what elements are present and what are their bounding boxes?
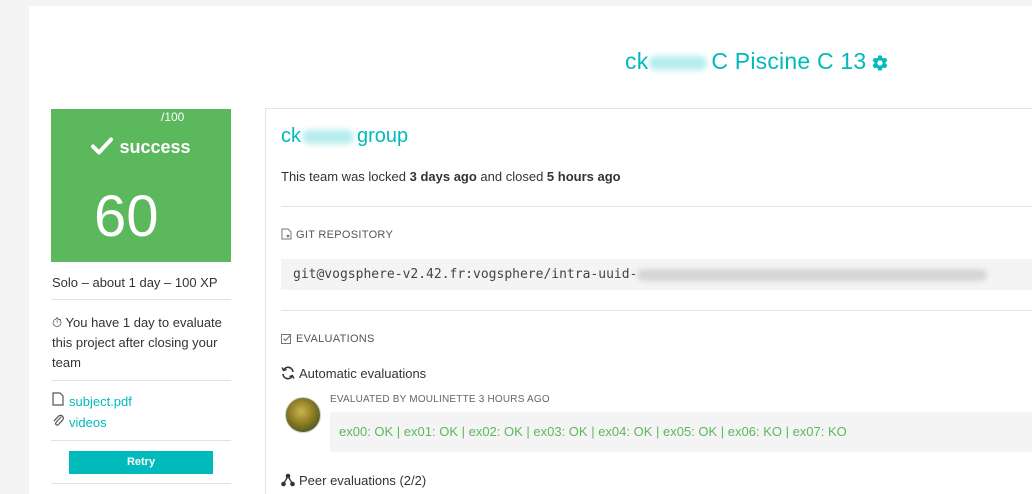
redacted-uuid [637,268,988,281]
status-label: success [119,137,191,157]
evaluated-by: EVALUATED BY MOULINETTE 3 HOURS AGO [330,394,550,405]
divider [51,483,231,484]
divider [51,440,231,441]
retry-button[interactable]: Retry [69,451,213,474]
git-repository-label: GIT REPOSITORY [296,229,394,241]
redacted-login [649,55,708,70]
team-name: ck group [281,125,408,148]
evaluations-heading: EVALUATIONS [281,333,375,345]
evaluations-label: EVALUATIONS [296,333,375,345]
divider [51,299,231,300]
file-icon [52,392,66,409]
score-status: success [51,137,231,158]
lock-text-1: This team was locked [281,169,410,184]
git-file-icon [281,228,292,240]
gear-icon[interactable] [871,54,889,72]
share-nodes-icon [281,473,295,487]
git-url-field[interactable]: git@vogsphere-v2.42.fr:vogsphere/intra-u… [281,259,1032,290]
automatic-evaluation-result: ex00: OK | ex01: OK | ex02: OK | ex03: O… [330,412,1032,452]
subject-pdf-link[interactable]: subject.pdf [52,392,132,409]
team-lock-status: This team was locked 3 days ago and clos… [281,169,621,184]
close-time: 5 hours ago [546,169,621,184]
score-box: success 60 [51,109,231,262]
title-project-name: C Piscine C 13 [711,48,867,74]
project-title: ck C Piscine C 13 [625,48,866,75]
checkmark-icon [91,137,114,155]
divider [281,206,1032,207]
automatic-evaluations-heading: Automatic evaluations [281,366,426,381]
divider [51,380,231,381]
paperclip-icon [52,413,66,430]
videos-link[interactable]: videos [52,413,107,430]
stopwatch-icon: ⏱ [52,315,63,330]
videos-label[interactable]: videos [69,415,107,430]
git-url[interactable]: git@vogsphere-v2.42.fr:vogsphere/intra-u… [293,267,637,282]
project-meta: Solo – about 1 day – 100 XP [52,275,218,290]
refresh-icon [281,366,295,380]
evaluation-notice: ⏱ You have 1 day to evaluate this projec… [52,313,232,373]
redacted-login [302,129,354,144]
lock-text-2: and closed [476,169,547,184]
checkbox-icon [281,334,292,344]
score-value: 60 [94,184,159,249]
git-repository-heading: GIT REPOSITORY [281,228,393,241]
team-name-suffix: group [357,125,409,147]
automatic-evaluations-label: Automatic evaluations [299,366,427,381]
peer-evaluations-label: Peer evaluations (2/2) [299,473,427,488]
title-user-prefix: ck [625,48,649,74]
score-max: /100 [161,110,185,124]
moulinette-avatar [285,397,321,433]
subject-pdf-label[interactable]: subject.pdf [69,394,132,409]
peer-evaluations-heading: Peer evaluations (2/2) [281,473,426,488]
lock-time: 3 days ago [409,169,477,184]
team-name-prefix: ck [281,125,301,147]
divider [281,310,1032,311]
evaluation-notice-text: You have 1 day to evaluate this project … [52,315,222,370]
